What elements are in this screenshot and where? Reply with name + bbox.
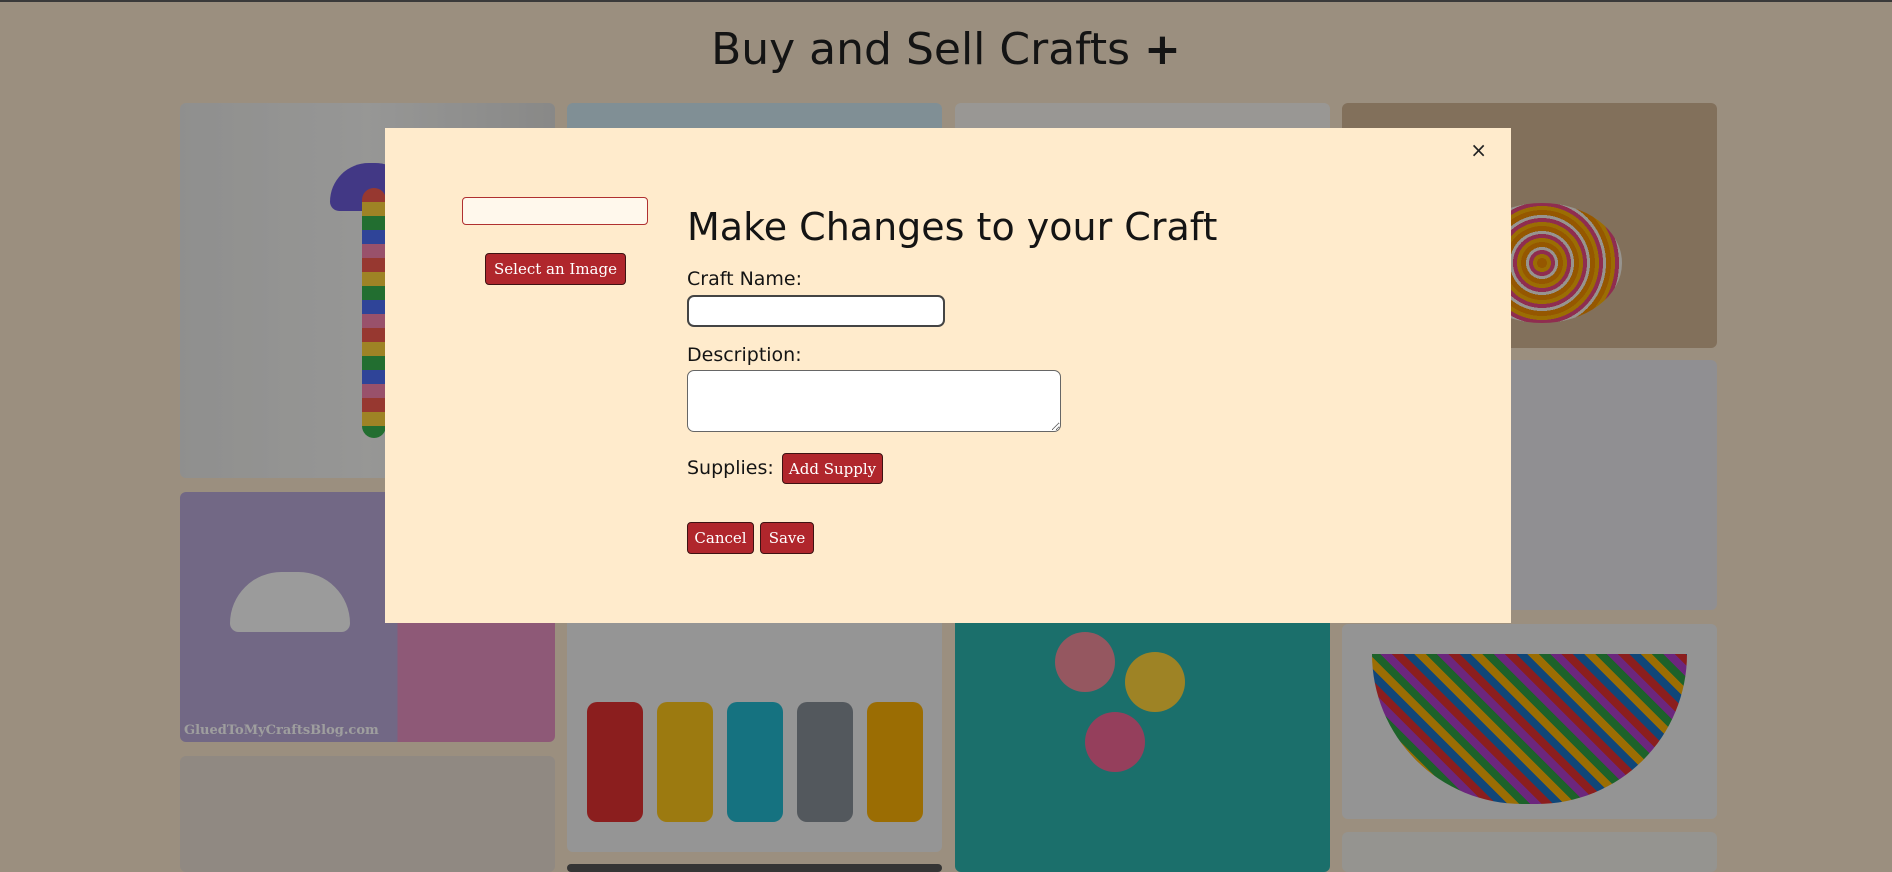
description-label: Description: bbox=[687, 344, 802, 366]
craft-tile-jars[interactable] bbox=[567, 602, 942, 852]
edit-craft-modal: × Select an Image Make Changes to your C… bbox=[385, 128, 1511, 623]
bead-string-shape bbox=[362, 188, 386, 438]
page-title: Buy and Sell Crafts + bbox=[0, 24, 1892, 75]
supplies-label: Supplies: bbox=[687, 457, 774, 479]
bead-bowl-shape bbox=[1372, 654, 1687, 804]
select-image-button[interactable]: Select an Image bbox=[485, 253, 626, 285]
flower-shape bbox=[1085, 712, 1145, 772]
cancel-button[interactable]: Cancel bbox=[687, 522, 754, 554]
page-title-text: Buy and Sell Crafts bbox=[711, 24, 1131, 75]
craft-tile-bead-bowl[interactable] bbox=[1342, 624, 1717, 819]
jar-shape bbox=[727, 702, 783, 822]
description-textarea[interactable] bbox=[687, 370, 1061, 432]
add-supply-button[interactable]: Add Supply bbox=[782, 453, 883, 484]
craft-tile-pot[interactable] bbox=[180, 756, 555, 872]
jar-shape bbox=[657, 702, 713, 822]
craft-name-label: Craft Name: bbox=[687, 268, 803, 290]
jar-shape bbox=[867, 702, 923, 822]
image-name-input[interactable] bbox=[462, 197, 648, 225]
craft-tile-misc[interactable] bbox=[1342, 832, 1717, 872]
modal-heading: Make Changes to your Craft bbox=[687, 205, 1218, 249]
flower-shape bbox=[1125, 652, 1185, 712]
tile-caption: GluedToMyCraftsBlog.com bbox=[184, 723, 379, 738]
craft-tile-flowers[interactable] bbox=[955, 602, 1330, 872]
craft-name-input[interactable] bbox=[687, 295, 945, 327]
save-button[interactable]: Save bbox=[760, 522, 814, 554]
cupcake-shape bbox=[230, 572, 350, 632]
jar-shape bbox=[587, 702, 643, 822]
jar-shape bbox=[797, 702, 853, 822]
close-icon[interactable]: × bbox=[1470, 140, 1487, 160]
flower-shape bbox=[1055, 632, 1115, 692]
add-craft-icon[interactable]: + bbox=[1144, 24, 1181, 75]
craft-tile-dark[interactable] bbox=[567, 864, 942, 872]
